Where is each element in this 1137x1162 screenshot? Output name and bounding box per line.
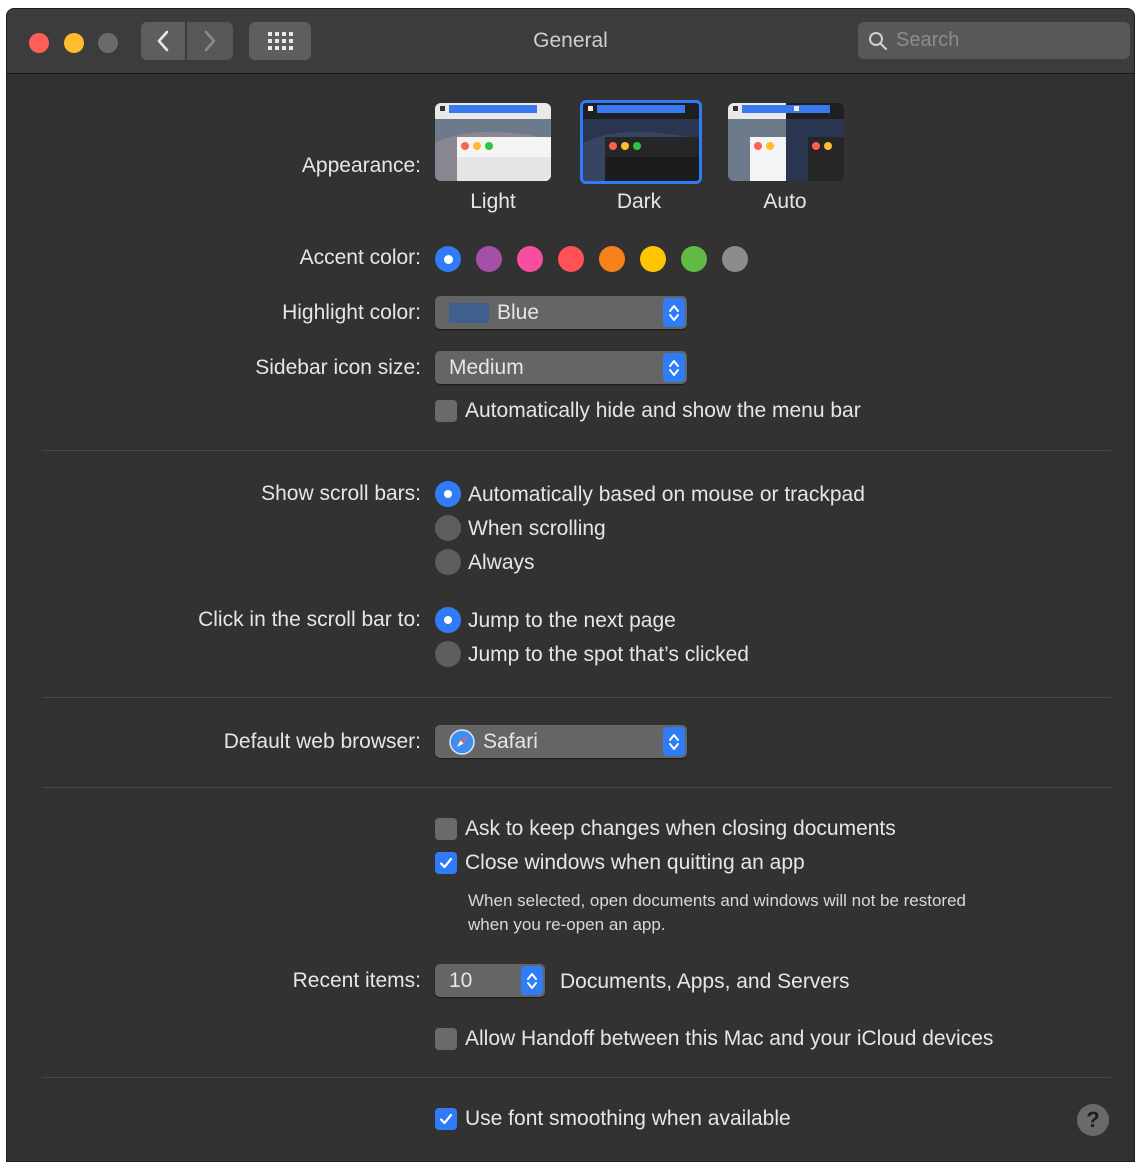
appearance-auto-label: Auto <box>763 190 807 213</box>
click-scroll-bar-label: Click in the scroll bar to: <box>198 608 421 631</box>
jump-to-spot-label: Jump to the spot that’s clicked <box>468 643 749 666</box>
jump-next-page-label: Jump to the next page <box>468 609 676 632</box>
safari-icon <box>449 728 475 755</box>
recent-items-label: Recent items: <box>292 969 421 992</box>
appearance-dark-thumbnail[interactable] <box>580 100 702 184</box>
scroll-bars-when-scrolling-label: When scrolling <box>468 517 606 540</box>
search-field[interactable] <box>858 22 1130 59</box>
search-icon <box>869 31 888 50</box>
highlight-color-value: Blue <box>497 300 540 324</box>
search-input[interactable] <box>894 28 1118 53</box>
separator <box>42 697 1111 698</box>
appearance-dark-label: Dark <box>616 190 662 213</box>
checkmark-icon <box>439 1113 453 1125</box>
default-browser-popup[interactable]: Safari <box>435 725 687 758</box>
ask-keep-changes-label: Ask to keep changes when closing documen… <box>465 817 896 840</box>
close-windows-checkbox[interactable] <box>435 852 457 874</box>
separator <box>42 787 1111 788</box>
accent-swatch-blue[interactable] <box>435 246 461 272</box>
popup-arrows-icon <box>663 727 685 756</box>
sidebar-icon-size-value: Medium <box>449 355 524 379</box>
scroll-bars-auto-radio[interactable] <box>435 481 461 507</box>
default-browser-label: Default web browser: <box>223 730 421 753</box>
jump-next-page-radio[interactable] <box>435 607 461 633</box>
recent-items-value: 10 <box>449 968 473 992</box>
scroll-bars-always-label: Always <box>468 551 535 574</box>
close-windows-note-line2: when you re-open an app. <box>468 915 666 934</box>
popup-arrows-icon <box>663 298 685 327</box>
sidebar-icon-size-popup[interactable]: Medium <box>435 351 687 384</box>
popup-arrows-icon <box>521 966 543 995</box>
selected-dot <box>443 254 453 264</box>
auto-hide-menu-bar-checkbox[interactable] <box>435 400 457 422</box>
checkmark-icon <box>439 857 453 869</box>
appearance-light-thumbnail[interactable] <box>435 103 551 181</box>
recent-items-popup[interactable]: 10 <box>435 964 545 997</box>
appearance-auto-thumbnail[interactable] <box>728 103 844 181</box>
separator <box>42 1077 1111 1078</box>
popup-arrows-icon <box>663 353 685 382</box>
close-windows-note-line1: When selected, open documents and window… <box>468 891 967 910</box>
font-smoothing-checkbox[interactable] <box>435 1108 457 1130</box>
ask-keep-changes-checkbox[interactable] <box>435 818 457 840</box>
scroll-bars-when-scrolling-radio[interactable] <box>435 515 461 541</box>
accent-swatch-pink[interactable] <box>517 246 543 272</box>
appearance-light-label: Light <box>470 190 516 213</box>
scroll-bars-always-radio[interactable] <box>435 549 461 575</box>
scroll-bars-auto-label: Automatically based on mouse or trackpad <box>468 483 865 506</box>
accent-swatch-red[interactable] <box>558 246 584 272</box>
highlight-swatch <box>449 302 489 323</box>
accent-color-label: Accent color: <box>299 246 421 269</box>
jump-to-spot-radio[interactable] <box>435 641 461 667</box>
accent-swatch-orange[interactable] <box>599 246 625 272</box>
title-bar: General <box>7 9 1134 74</box>
appearance-label: Appearance: <box>301 154 421 177</box>
close-windows-label: Close windows when quitting an app <box>465 851 805 874</box>
separator <box>42 450 1111 451</box>
accent-swatch-graphite[interactable] <box>722 246 748 272</box>
sidebar-icon-size-label: Sidebar icon size: <box>255 356 421 379</box>
accent-swatch-green[interactable] <box>681 246 707 272</box>
handoff-label: Allow Handoff between this Mac and your … <box>465 1027 994 1050</box>
handoff-checkbox[interactable] <box>435 1028 457 1050</box>
font-smoothing-label: Use font smoothing when available <box>465 1107 791 1130</box>
accent-swatch-purple[interactable] <box>476 246 502 272</box>
highlight-color-popup[interactable]: Blue <box>435 296 687 329</box>
default-browser-value: Safari <box>483 729 538 753</box>
show-scroll-bars-label: Show scroll bars: <box>261 482 421 505</box>
highlight-color-label: Highlight color: <box>282 301 421 324</box>
accent-swatch-yellow[interactable] <box>640 246 666 272</box>
preferences-window: General Appearance: <box>6 8 1135 1162</box>
recent-items-suffix: Documents, Apps, and Servers <box>560 970 850 993</box>
help-button[interactable]: ? <box>1077 1104 1109 1136</box>
auto-hide-menu-bar-label: Automatically hide and show the menu bar <box>465 399 861 422</box>
